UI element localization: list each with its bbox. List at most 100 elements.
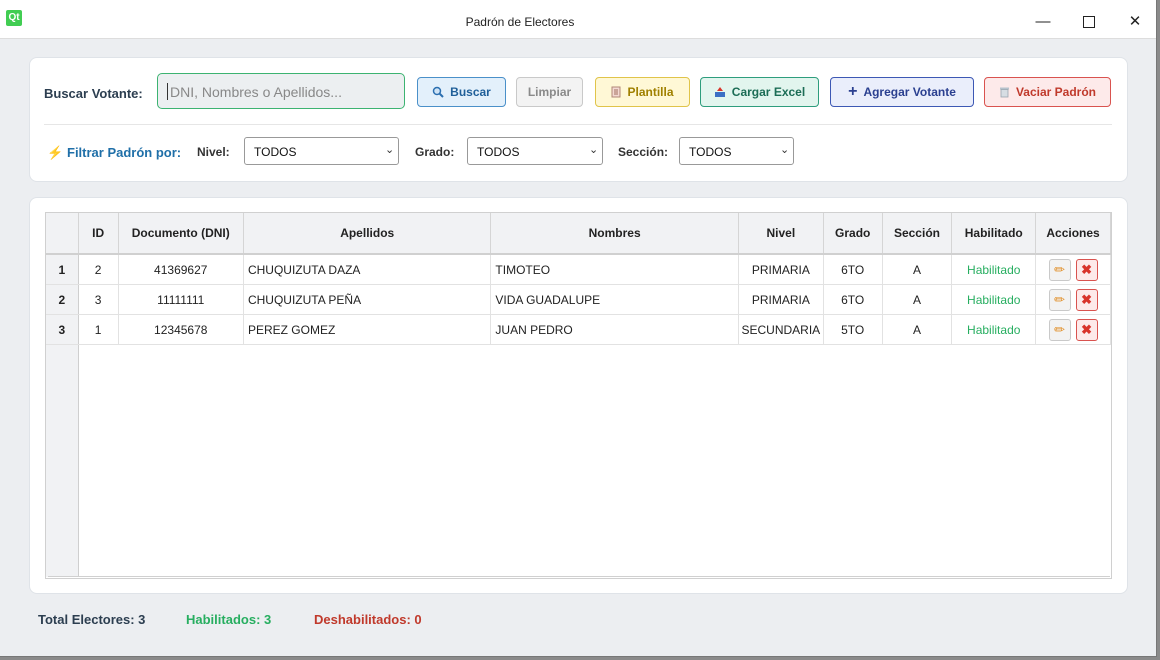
cell-apellidos[interactable]: PEREZ GOMEZ xyxy=(243,314,492,345)
table-row[interactable]: 2 3 11111111 CHUQUIZUTA PEÑA VIDA GUADAL… xyxy=(46,284,1111,315)
pencil-icon: ✏ xyxy=(1054,321,1066,337)
title-bar: Qt Padrón de Electores — ✕ xyxy=(0,0,1156,39)
buscar-label: Buscar xyxy=(450,85,491,99)
cell-nivel[interactable]: SECUNDARIA xyxy=(738,314,824,345)
column-header[interactable]: Documento (DNI) xyxy=(118,213,244,255)
nivel-select[interactable]: TODOS ⌄ xyxy=(244,137,399,165)
cell-habilitado[interactable]: Habilitado xyxy=(951,314,1037,345)
column-header[interactable]: ID xyxy=(78,213,119,255)
column-header[interactable]: Apellidos xyxy=(243,213,492,255)
buscar-button[interactable]: Buscar xyxy=(417,77,506,107)
seccion-label: Sección: xyxy=(618,145,669,159)
cell-dni[interactable]: 11111111 xyxy=(118,284,244,315)
total-electores: Total Electores: 3 xyxy=(38,612,146,627)
cell-grado[interactable]: 5TO xyxy=(823,314,883,345)
cell-seccion[interactable]: A xyxy=(882,254,953,285)
nivel-value: TODOS xyxy=(254,145,297,159)
delete-button[interactable]: ✖ xyxy=(1075,318,1098,341)
deshabilitados-count: Deshabilitados: 0 xyxy=(314,612,422,627)
seccion-select[interactable]: TODOS ⌄ xyxy=(679,137,794,165)
nivel-label: Nivel: xyxy=(197,145,230,159)
x-icon: ✖ xyxy=(1081,321,1093,337)
cell-seccion[interactable]: A xyxy=(882,314,953,345)
divider xyxy=(44,124,1112,125)
cell-nivel[interactable]: PRIMARIA xyxy=(738,254,824,285)
cargar-excel-button[interactable]: Cargar Excel xyxy=(700,77,819,107)
search-input-box[interactable] xyxy=(157,73,405,109)
column-header[interactable]: Habilitado xyxy=(951,213,1037,255)
cell-nivel[interactable]: PRIMARIA xyxy=(738,284,824,315)
close-button[interactable]: ✕ xyxy=(1112,8,1158,36)
maximize-button[interactable] xyxy=(1066,8,1112,36)
cell-grado[interactable]: 6TO xyxy=(823,254,883,285)
agregar-votante-label: Agregar Votante xyxy=(863,85,956,99)
voters-table: ID Documento (DNI) Apellidos Nombres Niv… xyxy=(45,212,1112,579)
column-header[interactable]: Grado xyxy=(823,213,883,255)
pencil-icon: ✏ xyxy=(1054,261,1066,277)
column-header[interactable]: Acciones xyxy=(1035,213,1111,255)
delete-button[interactable]: ✖ xyxy=(1075,288,1098,311)
cell-id[interactable]: 3 xyxy=(78,284,119,315)
chevron-down-icon: ⌄ xyxy=(780,144,790,156)
app-window: Qt Padrón de Electores — ✕ Buscar Votant… xyxy=(0,0,1157,657)
grado-select[interactable]: TODOS ⌄ xyxy=(467,137,603,165)
seccion-value: TODOS xyxy=(689,145,732,159)
grado-label: Grado: xyxy=(415,145,455,159)
table-row[interactable]: 3 1 12345678 PEREZ GOMEZ JUAN PEDRO SECU… xyxy=(46,314,1111,345)
table-row[interactable]: 1 2 41369627 CHUQUIZUTA DAZA TIMOTEO PRI… xyxy=(46,254,1111,285)
table-header-row: ID Documento (DNI) Apellidos Nombres Niv… xyxy=(46,213,1111,255)
chevron-down-icon: ⌄ xyxy=(589,144,599,156)
chevron-down-icon: ⌄ xyxy=(385,144,395,156)
edit-button[interactable]: ✏ xyxy=(1048,288,1071,311)
cell-habilitado[interactable]: Habilitado xyxy=(951,254,1037,285)
column-header[interactable]: Nombres xyxy=(490,213,739,255)
corner-header[interactable] xyxy=(46,213,79,255)
limpiar-button[interactable]: Limpiar xyxy=(516,77,583,107)
cell-dni[interactable]: 41369627 xyxy=(118,254,244,285)
row-number[interactable]: 1 xyxy=(46,254,79,285)
cell-dni[interactable]: 12345678 xyxy=(118,314,244,345)
cell-grado[interactable]: 6TO xyxy=(823,284,883,315)
plantilla-label: Plantilla xyxy=(627,85,674,99)
cell-acciones: ✏ ✖ xyxy=(1035,254,1111,285)
row-number[interactable]: 2 xyxy=(46,284,79,315)
vaciar-padron-label: Vaciar Padrón xyxy=(1015,85,1097,99)
agregar-votante-button[interactable]: + Agregar Votante xyxy=(830,77,974,107)
plus-icon: + xyxy=(848,83,858,100)
limpiar-label: Limpiar xyxy=(527,85,572,99)
pencil-icon: ✏ xyxy=(1054,291,1066,307)
cell-nombres[interactable]: TIMOTEO xyxy=(490,254,739,285)
x-icon: ✖ xyxy=(1081,291,1093,307)
window-title: Padrón de Electores xyxy=(465,15,575,29)
edit-button[interactable]: ✏ xyxy=(1048,318,1071,341)
voters-grid: ID Documento (DNI) Apellidos Nombres Niv… xyxy=(46,213,1111,345)
row-number[interactable]: 3 xyxy=(46,314,79,345)
horizontal-scrollbar[interactable] xyxy=(48,576,1110,577)
delete-button[interactable]: ✖ xyxy=(1075,258,1098,281)
cell-apellidos[interactable]: CHUQUIZUTA PEÑA xyxy=(243,284,492,315)
plantilla-button[interactable]: Plantilla xyxy=(595,77,690,107)
vaciar-padron-button[interactable]: Vaciar Padrón xyxy=(984,77,1111,107)
cell-id[interactable]: 2 xyxy=(78,254,119,285)
search-label: Buscar Votante: xyxy=(44,86,143,101)
habilitados-count: Habilitados: 3 xyxy=(186,612,272,627)
document-icon xyxy=(611,86,621,98)
search-icon xyxy=(432,86,444,98)
cell-acciones: ✏ ✖ xyxy=(1035,284,1111,315)
cell-nombres[interactable]: VIDA GUADALUPE xyxy=(490,284,739,315)
upload-icon xyxy=(714,87,725,97)
search-input[interactable] xyxy=(168,82,398,102)
minimize-button[interactable]: — xyxy=(1020,8,1066,36)
cargar-excel-label: Cargar Excel xyxy=(731,85,806,99)
cell-nombres[interactable]: JUAN PEDRO xyxy=(490,314,739,345)
edit-button[interactable]: ✏ xyxy=(1048,258,1071,281)
trash-icon xyxy=(999,87,1009,98)
cell-seccion[interactable]: A xyxy=(882,284,953,315)
maximize-icon xyxy=(1083,16,1095,29)
column-header[interactable]: Nivel xyxy=(738,213,824,255)
cell-habilitado[interactable]: Habilitado xyxy=(951,284,1037,315)
bolt-icon: ⚡ xyxy=(47,145,64,160)
cell-apellidos[interactable]: CHUQUIZUTA DAZA xyxy=(243,254,492,285)
column-header[interactable]: Sección xyxy=(882,213,953,255)
cell-id[interactable]: 1 xyxy=(78,314,119,345)
